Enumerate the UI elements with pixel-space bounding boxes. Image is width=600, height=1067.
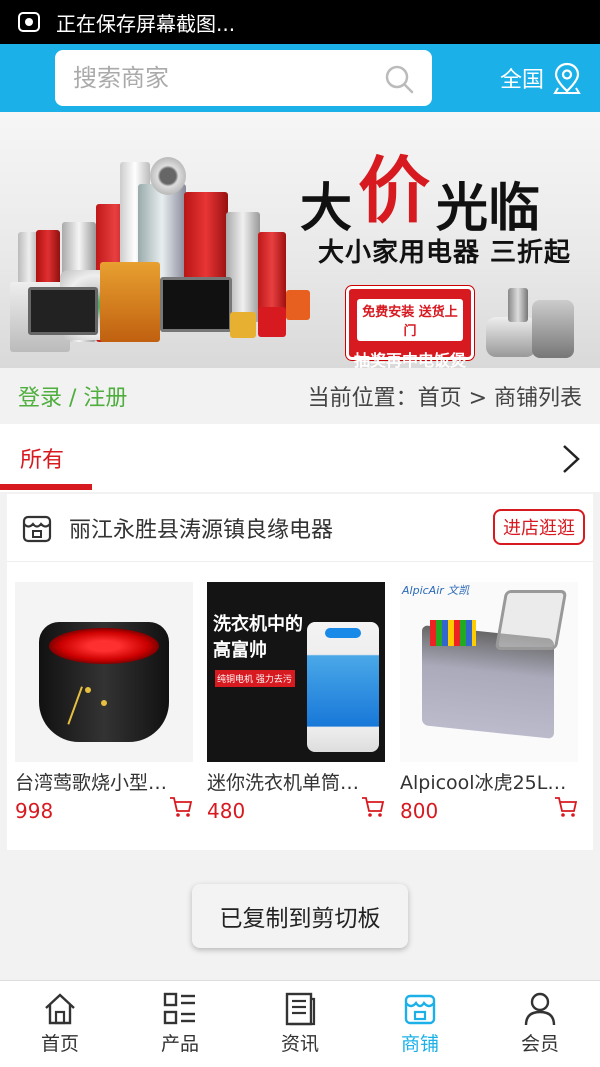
nav-label: 产品 xyxy=(160,1033,199,1055)
appliance-image xyxy=(160,277,232,332)
product-image[interactable]: AlpicAir 文凯 xyxy=(400,582,578,762)
breadcrumb: 当前位置：首页 > 商铺列表 xyxy=(307,386,582,411)
region-selector[interactable]: 全国 xyxy=(500,44,582,112)
tab-all[interactable]: 所有 xyxy=(20,442,64,474)
location-pin-icon xyxy=(553,62,581,94)
product-image-text: 洗衣机中的 高富帅 xyxy=(213,614,303,661)
nav-item-home[interactable]: 首页 xyxy=(0,981,120,1067)
appliance-image xyxy=(28,287,98,335)
product-image[interactable] xyxy=(15,582,193,762)
screenshot-icon xyxy=(18,12,40,32)
status-text: 正在保存屏幕截图... xyxy=(56,11,236,36)
product-card[interactable]: AlpicAir 文凯 Alpicool冰虎25L… 800 xyxy=(400,582,578,823)
nav-label: 会员 xyxy=(520,1033,559,1055)
shop-card: 丽江永胜县涛源镇良缘电器 进店逛逛 台湾莺歌烧小型… 998 洗衣机中的 高富帅… xyxy=(7,494,593,850)
chevron-right-icon[interactable] xyxy=(558,442,582,476)
product-price: 480 xyxy=(207,799,246,823)
status-bar: 正在保存屏幕截图... xyxy=(0,0,600,44)
home-icon xyxy=(45,993,75,1025)
product-price: 998 xyxy=(15,799,54,823)
nav-label: 首页 xyxy=(40,1033,79,1055)
cart-icon[interactable] xyxy=(361,796,385,818)
search-box[interactable] xyxy=(55,50,432,106)
search-input[interactable] xyxy=(73,64,363,92)
badge-line-1: 免费安装 送货上门 xyxy=(357,299,463,341)
rice-cooker-image xyxy=(486,317,536,357)
location-bar: 登录 / 注册 当前位置：首页 > 商铺列表 xyxy=(0,368,600,424)
news-icon xyxy=(285,992,316,1026)
product-image-subtext: 纯铜电机 强力去污 xyxy=(215,670,295,687)
cart-icon[interactable] xyxy=(169,796,193,818)
banner-subtitle: 大小家用电器 三折起 xyxy=(318,238,572,268)
login-register-link[interactable]: 登录 / 注册 xyxy=(18,380,127,412)
banner-title-part: 大 xyxy=(300,178,353,239)
product-name[interactable]: 台湾莺歌烧小型… xyxy=(15,768,195,795)
nav-label: 资讯 xyxy=(280,1033,319,1055)
bottom-nav: 首页 产品 资讯 商铺 会员 xyxy=(0,980,600,1067)
gift-box-image xyxy=(286,290,310,320)
badge-line-2: 抽奖再中电饭煲 xyxy=(353,351,466,368)
banner-badge: 免费安装 送货上门 抽奖再中电饭煲 xyxy=(346,286,474,368)
nav-item-products[interactable]: 产品 xyxy=(120,981,240,1067)
nav-item-shops[interactable]: 商铺 xyxy=(360,981,480,1067)
nav-item-news[interactable]: 资讯 xyxy=(240,981,360,1067)
gift-box-image xyxy=(100,262,160,342)
product-card[interactable]: 台湾莺歌烧小型… 998 xyxy=(15,582,193,823)
product-image-text: AlpicAir 文凯 xyxy=(402,584,470,597)
product-price: 800 xyxy=(400,799,439,823)
cart-icon[interactable] xyxy=(554,796,578,818)
shop-icon xyxy=(404,994,436,1025)
rice-cooker-image xyxy=(532,300,574,358)
nav-label: 商铺 xyxy=(400,1033,439,1055)
store-icon xyxy=(22,515,52,542)
product-name[interactable]: Alpicool冰虎25L… xyxy=(400,768,580,795)
product-image[interactable]: 洗衣机中的 高富帅 纯铜电机 强力去污 xyxy=(207,582,385,762)
header: 全国 xyxy=(0,44,600,112)
gift-box-image xyxy=(258,307,286,337)
search-icon[interactable] xyxy=(384,64,414,94)
category-tab-bar: 所有 xyxy=(0,424,600,492)
banner-title-part: 价 xyxy=(358,148,431,233)
banner-title-part: 光临 xyxy=(436,178,541,239)
appliance-image xyxy=(508,288,528,322)
nav-item-member[interactable]: 会员 xyxy=(480,981,600,1067)
shop-name[interactable]: 丽江永胜县涛源镇良缘电器 xyxy=(69,512,333,544)
promo-banner[interactable]: 大 价 光临 大小家用电器 三折起 免费安装 送货上门 抽奖再中电饭煲 xyxy=(0,112,600,368)
user-icon xyxy=(524,992,556,1026)
enter-shop-button[interactable]: 进店逛逛 xyxy=(493,509,585,545)
region-label: 全国 xyxy=(499,68,544,93)
gift-box-image xyxy=(230,312,256,338)
product-card[interactable]: 洗衣机中的 高富帅 纯铜电机 强力去污 迷你洗衣机单筒… 480 xyxy=(207,582,385,823)
appliance-image xyxy=(150,157,186,195)
grid-list-icon xyxy=(163,992,195,1025)
copied-toast: 已复制到剪切板 xyxy=(192,884,408,948)
tab-active-indicator xyxy=(0,484,92,490)
product-name[interactable]: 迷你洗衣机单筒… xyxy=(207,768,387,795)
